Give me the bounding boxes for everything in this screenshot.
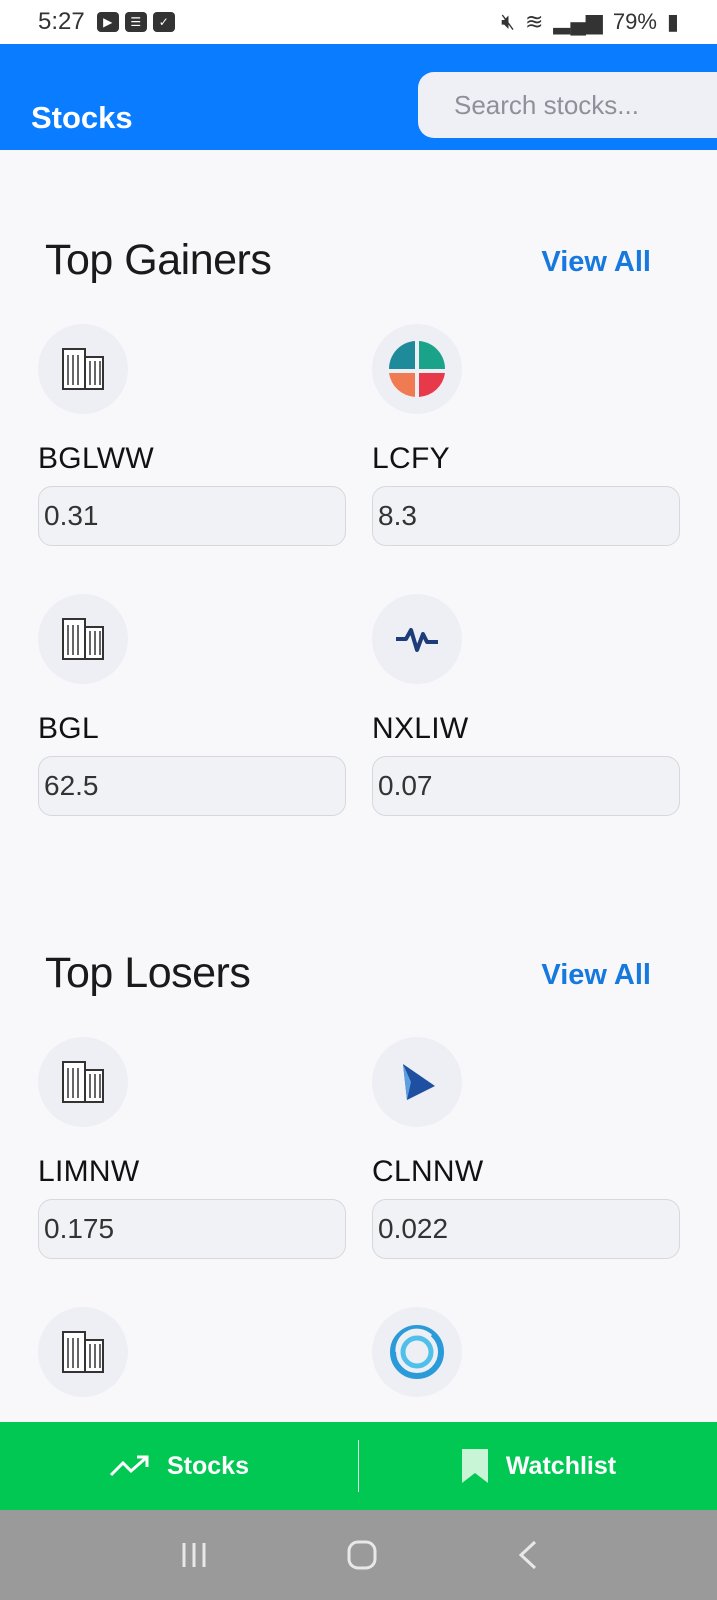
nav-stocks-label: Stocks (167, 1451, 249, 1480)
system-nav-bar (0, 1510, 717, 1600)
pie-logo-icon (372, 324, 462, 414)
check-icon: ✓ (152, 12, 175, 32)
stock-card-partial[interactable] (372, 1307, 682, 1397)
stock-price: 8.3 (372, 486, 680, 546)
stock-price: 0.07 (372, 756, 680, 816)
top-gainers-view-all-link[interactable]: View All (541, 246, 651, 279)
status-bar: 5:27 ▶ ☰ ✓ 🔇︎ ≋ ▂▄▆ 79% ▮ (0, 0, 717, 44)
nav-watchlist-label: Watchlist (505, 1451, 617, 1480)
wifi-icon: ≋ (524, 9, 544, 34)
top-losers-title: Top Losers (45, 949, 251, 997)
twitch-icon: ☰ (124, 12, 147, 32)
home-icon[interactable] (346, 1539, 378, 1571)
stock-card-bglww[interactable]: BGLWW 0.31 (38, 324, 348, 546)
swirl-logo-icon (372, 1307, 462, 1397)
recent-apps-icon[interactable] (179, 1540, 209, 1570)
youtube-icon: ▶ (96, 12, 119, 32)
nav-stocks-tab[interactable]: Stocks (0, 1452, 358, 1481)
top-gainers-title: Top Gainers (45, 236, 272, 284)
stock-card-lcfy[interactable]: LCFY 8.3 (372, 324, 682, 546)
stock-symbol: BGLWW (38, 442, 154, 475)
battery-icon: ▮ (666, 9, 679, 34)
back-icon[interactable] (515, 1539, 539, 1571)
pulse-logo-icon (372, 594, 462, 684)
stock-card-bgl[interactable]: BGL 62.5 (38, 594, 348, 816)
stock-price: 0.31 (38, 486, 346, 546)
building-icon (38, 1037, 128, 1127)
app-title: Stocks (31, 100, 133, 135)
bookmark-icon (461, 1449, 488, 1483)
search-input[interactable] (418, 72, 717, 138)
stock-symbol: LCFY (372, 442, 450, 475)
stock-price: 0.175 (38, 1199, 346, 1259)
mute-icon: 🔇︎ (501, 9, 515, 34)
stock-symbol: CLNNW (372, 1155, 484, 1188)
building-icon (38, 1307, 128, 1397)
nav-watchlist-tab[interactable]: Watchlist (359, 1447, 717, 1485)
stock-card-limnw[interactable]: LIMNW 0.175 (38, 1037, 348, 1259)
stock-card-clnnw[interactable]: CLNNW 0.022 (372, 1037, 682, 1259)
stock-symbol: LIMNW (38, 1155, 140, 1188)
stock-card-nxliw[interactable]: NXLIW 0.07 (372, 594, 682, 816)
status-time: 5:27 (38, 8, 85, 35)
stock-card-partial[interactable] (38, 1307, 348, 1397)
trending-up-icon (109, 1455, 149, 1477)
stock-price: 0.022 (372, 1199, 680, 1259)
status-right: 🔇︎ ≋ ▂▄▆ 79% ▮ (501, 9, 679, 35)
status-app-icons: ▶ ☰ ✓ (96, 12, 175, 32)
building-icon (38, 324, 128, 414)
stock-price: 62.5 (38, 756, 346, 816)
stock-symbol: BGL (38, 712, 99, 745)
top-losers-view-all-link[interactable]: View All (541, 959, 651, 992)
sail-logo-icon (372, 1037, 462, 1127)
battery-percent: 79% (612, 9, 657, 34)
app-bar: Stocks (0, 44, 717, 150)
stock-symbol: NXLIW (372, 712, 469, 745)
signal-icon: ▂▄▆ (553, 9, 603, 34)
building-icon (38, 594, 128, 684)
bottom-nav: Stocks Watchlist (0, 1422, 717, 1510)
